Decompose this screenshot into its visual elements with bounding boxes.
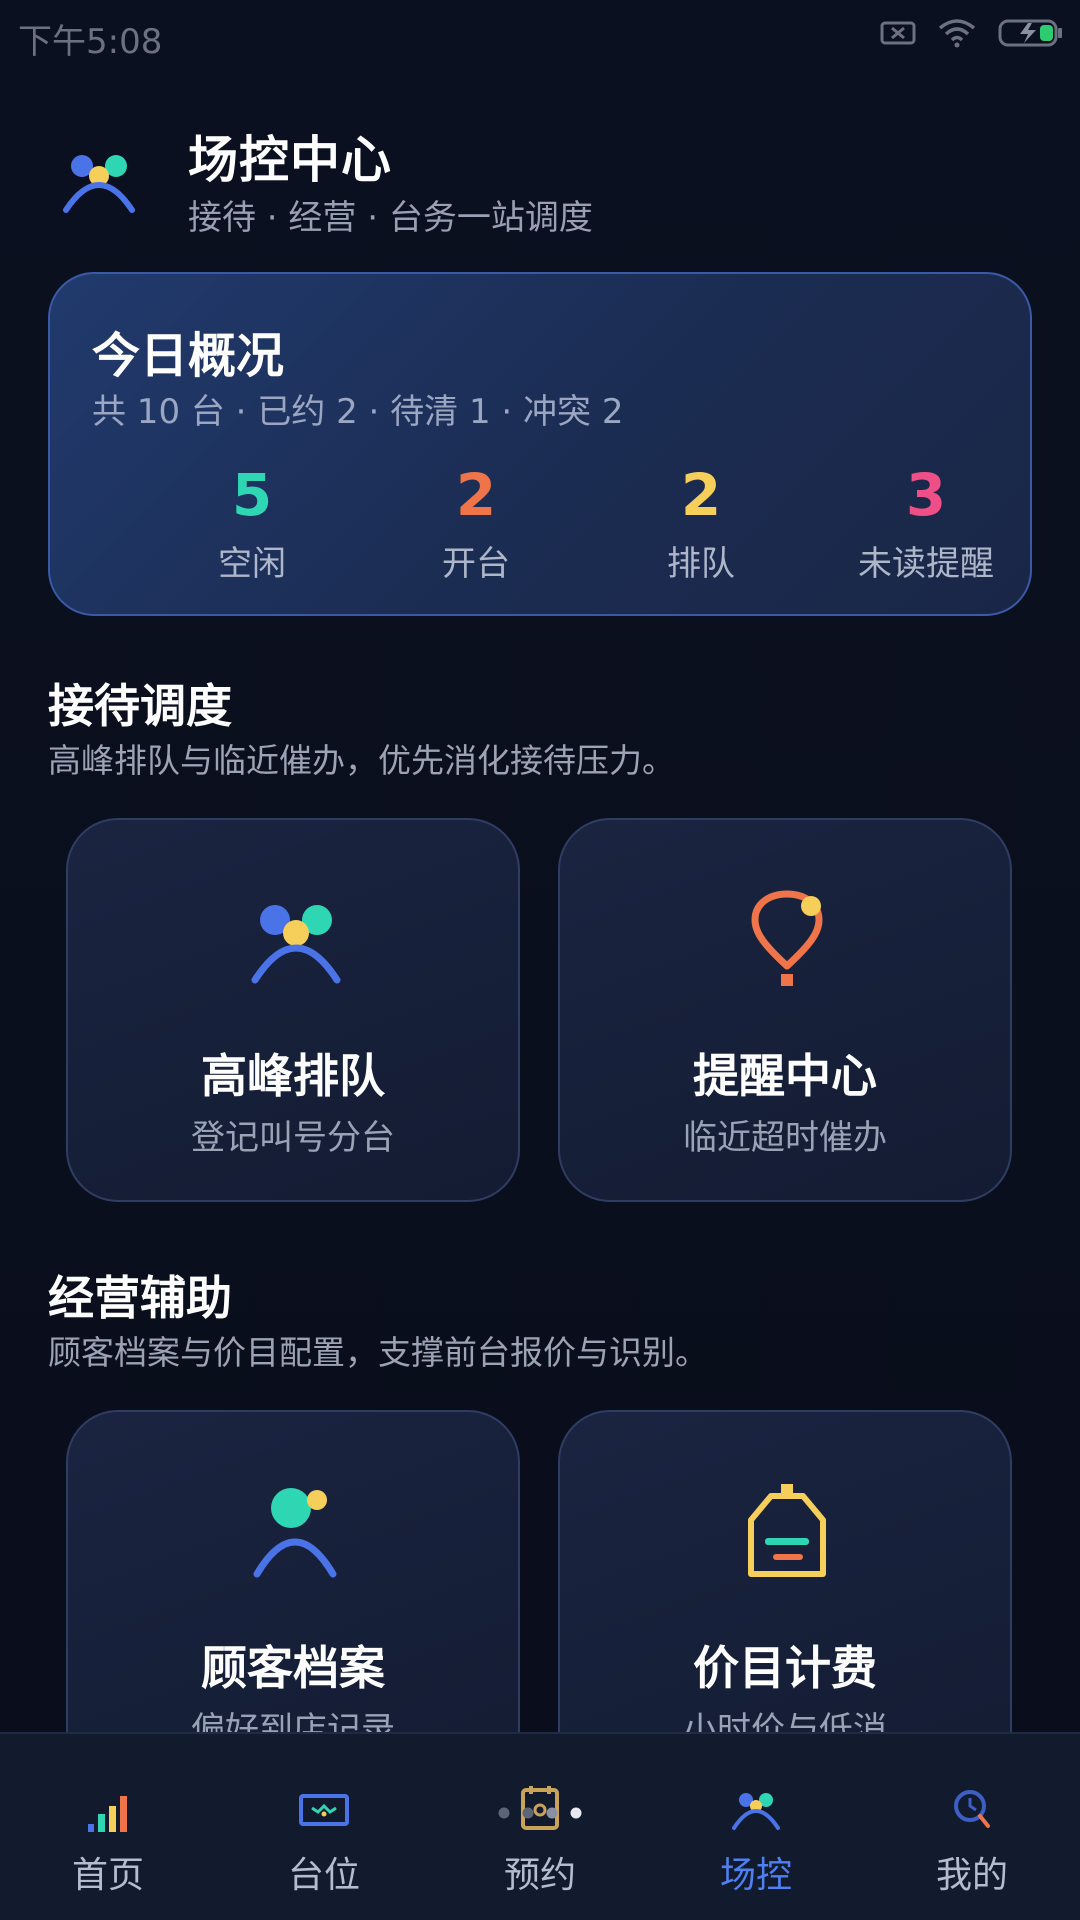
stat-value: 5 <box>231 461 273 529</box>
battery-charging-icon <box>998 19 1062 47</box>
customer-profile-icon <box>253 1488 337 1578</box>
clock-search-icon <box>954 1790 990 1828</box>
section-desc-reception: 高峰排队与临近催办，优先消化接待压力。 <box>48 741 675 780</box>
wifi-icon <box>938 19 976 48</box>
stat-label: 空闲 <box>218 544 286 584</box>
stat-value: 2 <box>680 461 722 529</box>
nav-item-floor-control[interactable]: 场控 <box>648 1734 864 1920</box>
nav-item-home[interactable]: 首页 <box>0 1734 216 1920</box>
page-title: 场控中心 <box>188 131 392 189</box>
tile-peak-queue[interactable]: 高峰排队 登记叫号分台 <box>66 818 520 1202</box>
stat-open: 2 开台 <box>356 462 596 585</box>
stat-label: 未读提醒 <box>858 544 994 584</box>
price-tag-icon <box>748 1484 826 1577</box>
summary-description: 共 10 台 · 已约 2 · 待清 1 · 冲突 2 <box>92 392 624 432</box>
tile-title: 价目计费 <box>693 1641 877 1695</box>
nav-label: 预约 <box>503 1855 576 1896</box>
tile-subtitle: 登记叫号分台 <box>191 1118 395 1158</box>
status-icons <box>880 18 1064 48</box>
section-title-reception: 接待调度 <box>48 679 232 733</box>
queue-people-icon <box>251 905 341 984</box>
nav-label: 台位 <box>287 1855 360 1896</box>
nav-item-booking[interactable]: 预约 <box>432 1734 648 1920</box>
nav-item-profile[interactable]: 我的 <box>864 1734 1080 1920</box>
stat-unread-alerts: 3 未读提醒 <box>806 462 1046 585</box>
section-desc-operations: 顾客档案与价目配置，支撑前台报价与识别。 <box>48 1333 708 1372</box>
nav-label: 首页 <box>71 1855 144 1896</box>
people-icon <box>732 1793 780 1830</box>
table-icon <box>299 1794 349 1826</box>
page-subtitle: 接待 · 经营 · 台务一站调度 <box>188 198 593 238</box>
pager-dots <box>498 1807 582 1819</box>
screen: 下午5:08 场控中心 接待 · 经营 · 台务一站调度 今日概况 共 10 台… <box>0 0 1080 1920</box>
tile-alert-center[interactable]: 提醒中心 临近超时催办 <box>558 818 1012 1202</box>
header: 场控中心 接待 · 经营 · 台务一站调度 <box>0 110 1080 240</box>
status-bar: 下午5:08 <box>0 0 1080 74</box>
summary-title: 今日概况 <box>92 328 285 384</box>
tile-title: 顾客档案 <box>201 1641 385 1695</box>
tile-subtitle: 临近超时催办 <box>683 1118 887 1158</box>
today-summary-card[interactable]: 今日概况 共 10 台 · 已约 2 · 待清 1 · 冲突 2 5 空闲 2 … <box>48 272 1032 616</box>
stat-label: 开台 <box>442 544 510 584</box>
stat-value: 3 <box>905 461 947 529</box>
nav-label: 我的 <box>935 1855 1008 1896</box>
people-icon <box>63 155 135 213</box>
tile-title: 高峰排队 <box>201 1049 385 1103</box>
nav-label: 场控 <box>719 1855 792 1896</box>
stat-value: 2 <box>455 461 497 529</box>
status-time: 下午5:08 <box>18 22 163 62</box>
bar-chart-icon <box>88 1796 127 1832</box>
stat-label: 排队 <box>667 544 735 584</box>
alert-pin-icon <box>751 890 823 986</box>
section-title-operations: 经营辅助 <box>48 1271 232 1325</box>
nav-item-tables[interactable]: 台位 <box>216 1734 432 1920</box>
bottom-nav: 首页 台位 预约 场控 我的 <box>0 1732 1080 1920</box>
stat-idle: 5 空闲 <box>132 462 372 585</box>
stat-queue: 2 排队 <box>581 462 821 585</box>
sim-x-icon <box>880 21 916 45</box>
tile-title: 提醒中心 <box>693 1049 877 1103</box>
summary-stats: 5 空闲 2 开台 2 排队 3 未读提醒 <box>50 462 1034 585</box>
